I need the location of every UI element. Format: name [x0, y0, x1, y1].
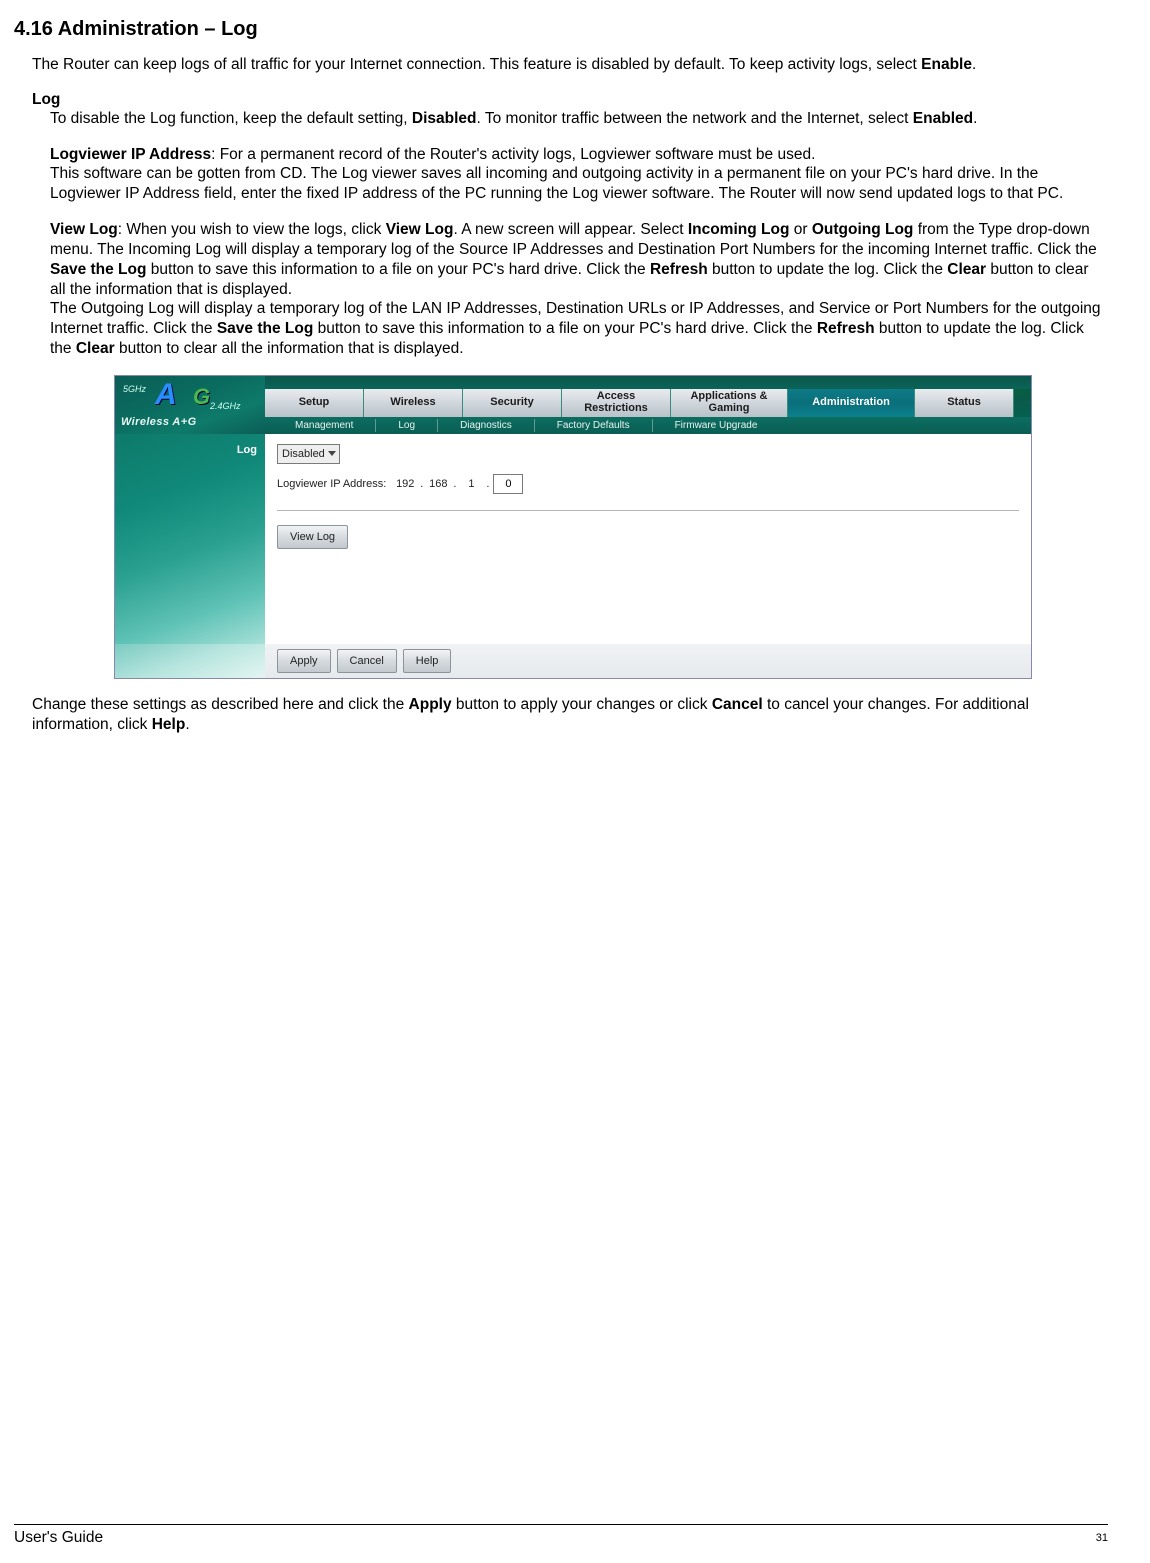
subtab-firmware-upgrade[interactable]: Firmware Upgrade — [653, 419, 780, 432]
text-bold: Incoming Log — [688, 221, 790, 238]
text-bold: Logviewer IP Address — [50, 146, 211, 163]
tab-status[interactable]: Status — [915, 389, 1014, 416]
ip-octet-3: 1 — [460, 478, 482, 490]
text: . A new screen will appear. Select — [453, 221, 687, 238]
text-bold: Help — [152, 716, 186, 733]
ip-octet-2: 168 — [427, 478, 449, 490]
footer-guide-label: User's Guide — [14, 1529, 103, 1547]
intro-paragraph: The Router can keep logs of all traffic … — [32, 55, 1108, 75]
subtab-factory-defaults[interactable]: Factory Defaults — [535, 419, 653, 432]
tab-wireless[interactable]: Wireless — [364, 389, 463, 416]
text: : For a permanent record of the Router's… — [211, 146, 815, 163]
ip-dot: . — [482, 478, 493, 490]
tab-applications-gaming[interactable]: Applications & Gaming — [671, 389, 788, 416]
main-tab-row: Setup Wireless Security Access Restricti… — [265, 389, 1031, 416]
logo-a: A — [155, 378, 177, 412]
router-header: 5GHz A G 2.4GHz Wireless A+G Setup Wirel… — [115, 376, 1031, 434]
router-window: 5GHz A G 2.4GHz Wireless A+G Setup Wirel… — [114, 375, 1032, 679]
text: The Router can keep logs of all traffic … — [32, 56, 921, 73]
text: . — [973, 110, 977, 127]
view-log-button[interactable]: View Log — [277, 525, 348, 549]
ip-octet-1: 192 — [394, 478, 416, 490]
router-footer-side — [115, 644, 265, 678]
text-bold: Clear — [76, 340, 115, 357]
text-bold: View Log — [386, 221, 454, 238]
text-bold: Save the Log — [217, 320, 313, 337]
log-disable-paragraph: To disable the Log function, keep the de… — [50, 109, 1108, 129]
page-footer: User's Guide 31 — [14, 1524, 1108, 1547]
text: . — [972, 56, 976, 73]
text: or — [789, 221, 811, 238]
logviewer-ip-row: Logviewer IP Address: 192.168.1. — [277, 474, 1019, 494]
text-bold: Outgoing Log — [812, 221, 914, 238]
page-number: 31 — [1096, 1529, 1108, 1547]
divider — [277, 510, 1019, 511]
tab-security[interactable]: Security — [463, 389, 562, 416]
router-screenshot: 5GHz A G 2.4GHz Wireless A+G Setup Wirel… — [114, 375, 1108, 679]
apply-button[interactable]: Apply — [277, 649, 331, 673]
ip-octet-4-input[interactable] — [493, 474, 523, 494]
text: button to save this information to a fil… — [313, 320, 817, 337]
text: : When you wish to view the logs, click — [118, 221, 386, 238]
help-button[interactable]: Help — [403, 649, 452, 673]
tab-setup[interactable]: Setup — [265, 389, 364, 416]
text: To disable the Log function, keep the de… — [50, 110, 412, 127]
text: . — [185, 716, 189, 733]
text-bold: Refresh — [817, 320, 875, 337]
subtab-management[interactable]: Management — [273, 419, 376, 432]
logo-wireless-ag: Wireless A+G — [121, 416, 197, 428]
sidebar-label: Log — [237, 444, 257, 456]
log-enable-select[interactable]: Disabled — [277, 444, 340, 464]
text: button to apply your changes or click — [452, 696, 712, 713]
router-sidebar: Log — [115, 434, 265, 644]
text: button to clear all the information that… — [115, 340, 464, 357]
ip-dot: . — [449, 478, 460, 490]
router-logo: 5GHz A G 2.4GHz Wireless A+G — [115, 376, 265, 434]
viewlog-paragraph: View Log: When you wish to view the logs… — [50, 220, 1108, 359]
logviewer-ip-label: Logviewer IP Address: — [277, 478, 386, 490]
subtab-diagnostics[interactable]: Diagnostics — [438, 419, 535, 432]
text-bold: Apply — [409, 696, 452, 713]
section-heading: 4.16 Administration – Log — [14, 18, 1108, 41]
router-footer: Apply Cancel Help — [115, 644, 1031, 678]
cancel-button[interactable]: Cancel — [337, 649, 397, 673]
text-bold: Enabled — [913, 110, 973, 127]
text: Change these settings as described here … — [32, 696, 409, 713]
router-footer-buttons: Apply Cancel Help — [265, 644, 1031, 678]
logo-5ghz: 5GHz — [123, 384, 146, 394]
subtab-log[interactable]: Log — [376, 419, 438, 432]
text-bold: Disabled — [412, 110, 477, 127]
text: button to update the log. Click the — [708, 261, 948, 278]
logo-g: G — [193, 384, 210, 410]
text-bold: Refresh — [650, 261, 708, 278]
text-bold: Cancel — [712, 696, 763, 713]
text-bold: View Log — [50, 221, 118, 238]
router-nav: Setup Wireless Security Access Restricti… — [265, 376, 1031, 434]
text-bold: Enable — [921, 56, 972, 73]
ip-dot: . — [416, 478, 427, 490]
text: button to save this information to a fil… — [146, 261, 650, 278]
text-bold: Save the Log — [50, 261, 146, 278]
router-main-panel: Disabled Logviewer IP Address: 192.168.1… — [265, 434, 1031, 644]
tab-access-restrictions[interactable]: Access Restrictions — [562, 389, 671, 416]
text-bold: Clear — [947, 261, 986, 278]
sub-tab-row: Management Log Diagnostics Factory Defau… — [265, 417, 1031, 434]
closing-paragraph: Change these settings as described here … — [32, 695, 1108, 735]
log-subheading: Log — [32, 91, 1108, 109]
tab-administration[interactable]: Administration — [788, 389, 915, 416]
text: This software can be gotten from CD. The… — [50, 165, 1063, 202]
text: . To monitor traffic between the network… — [477, 110, 913, 127]
router-body: Log Disabled Logviewer IP Address: 192.1… — [115, 434, 1031, 644]
logviewer-paragraph: Logviewer IP Address: For a permanent re… — [50, 145, 1108, 204]
logo-24ghz: 2.4GHz — [210, 401, 241, 411]
